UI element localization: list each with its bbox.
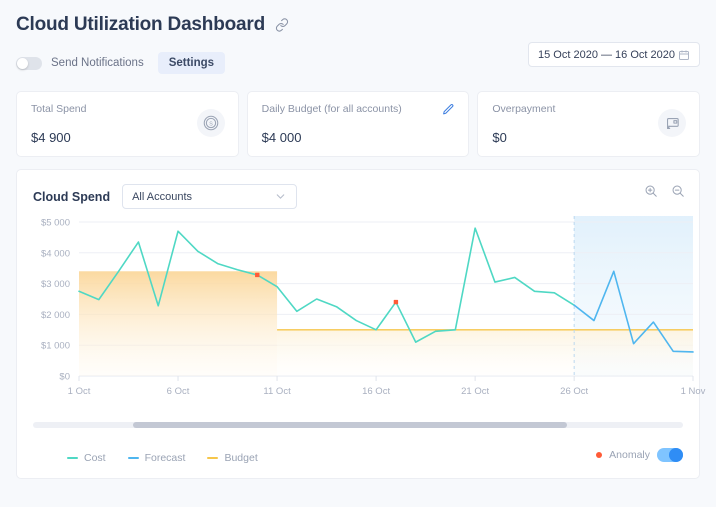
coin-icon: S bbox=[196, 109, 225, 137]
svg-text:$0: $0 bbox=[59, 372, 70, 383]
legend-label: Cost bbox=[84, 452, 106, 464]
date-range-picker[interactable]: 15 Oct 2020 — 16 Oct 2020 bbox=[528, 42, 700, 67]
legend-item-cost[interactable]: Cost bbox=[67, 452, 106, 464]
send-notifications-label: Send Notifications bbox=[51, 57, 144, 69]
legend-label: Forecast bbox=[144, 452, 186, 464]
svg-text:$5 000: $5 000 bbox=[41, 218, 70, 229]
card-overpayment: Overpayment $0 bbox=[477, 91, 701, 157]
billing-icon bbox=[658, 109, 687, 137]
legend-swatch bbox=[67, 456, 78, 460]
link-icon[interactable] bbox=[275, 18, 289, 32]
zoom-out-icon[interactable] bbox=[671, 184, 685, 198]
card-value: $4 900 bbox=[31, 130, 71, 145]
legend-label: Budget bbox=[224, 452, 258, 464]
card-daily-budget: Daily Budget (for all accounts) $4 000 bbox=[246, 91, 470, 157]
settings-button[interactable]: Settings bbox=[157, 52, 226, 74]
svg-text:$1 000: $1 000 bbox=[41, 341, 70, 352]
chart-plot-area: $0 $1 000 $2 000 $3 000 $4 000 $5 000 1 Oct 6 O… bbox=[17, 202, 706, 404]
anomaly-label: Anomaly bbox=[609, 449, 650, 461]
chart-legend: Cost Forecast Budget bbox=[67, 452, 258, 464]
card-value: $0 bbox=[492, 130, 507, 145]
dashboard-page: Cloud Utilization Dashboard Send Notific… bbox=[0, 0, 716, 507]
calendar-icon bbox=[678, 49, 690, 61]
card-value: $4 000 bbox=[261, 130, 302, 145]
page-title: Cloud Utilization Dashboard bbox=[16, 14, 265, 35]
card-label: Daily Budget (for all accounts) bbox=[261, 103, 402, 115]
svg-text:$4 000: $4 000 bbox=[41, 248, 70, 259]
send-notifications-toggle[interactable] bbox=[16, 56, 42, 70]
chart-scrollbar-thumb[interactable] bbox=[133, 422, 567, 428]
svg-text:26 Oct: 26 Oct bbox=[560, 386, 588, 397]
date-range-value: 15 Oct 2020 — 16 Oct 2020 bbox=[538, 48, 675, 61]
cloud-spend-panel: Cloud Spend All Accounts $0 $1 000 $2 00… bbox=[16, 169, 706, 479]
svg-text:S: S bbox=[209, 122, 213, 128]
chart-scrollbar-track[interactable] bbox=[33, 422, 683, 428]
svg-text:6 Oct: 6 Oct bbox=[167, 386, 190, 397]
toggle-knob bbox=[669, 448, 683, 462]
spend-line-chart[interactable]: $0 $1 000 $2 000 $3 000 $4 000 $5 000 1 Oct 6 O… bbox=[17, 202, 707, 404]
zoom-controls bbox=[644, 184, 685, 198]
svg-text:11 Oct: 11 Oct bbox=[263, 386, 291, 397]
legend-swatch bbox=[127, 456, 139, 460]
card-label: Total Spend bbox=[31, 103, 87, 115]
card-label: Overpayment bbox=[492, 103, 556, 115]
zoom-in-icon[interactable] bbox=[644, 184, 658, 198]
header-controls: Send Notifications Settings 15 Oct 2020 … bbox=[12, 36, 704, 78]
svg-text:$2 000: $2 000 bbox=[41, 310, 70, 321]
anomaly-control: Anomaly bbox=[596, 448, 683, 462]
svg-text:$3 000: $3 000 bbox=[41, 279, 70, 290]
account-filter-select[interactable]: All Accounts bbox=[122, 184, 298, 209]
legend-item-budget[interactable]: Budget bbox=[207, 452, 258, 464]
account-filter-value: All Accounts bbox=[132, 190, 192, 203]
toggle-knob bbox=[17, 57, 28, 69]
anomaly-dot-icon bbox=[596, 452, 603, 458]
chevron-down-icon bbox=[274, 190, 287, 203]
kpi-cards: Total Spend $4 900 S Daily Budget (for a… bbox=[12, 91, 704, 157]
legend-item-forecast[interactable]: Forecast bbox=[127, 452, 186, 464]
legend-swatch bbox=[207, 456, 219, 460]
page-header: Cloud Utilization Dashboard bbox=[12, 0, 704, 36]
pencil-icon[interactable] bbox=[442, 103, 455, 116]
svg-text:21 Oct: 21 Oct bbox=[461, 386, 489, 397]
svg-text:16 Oct: 16 Oct bbox=[362, 386, 390, 397]
panel-header: Cloud Spend All Accounts bbox=[17, 170, 699, 209]
panel-title: Cloud Spend bbox=[33, 189, 111, 204]
svg-text:1 Nov: 1 Nov bbox=[681, 386, 706, 397]
svg-text:1 Oct: 1 Oct bbox=[68, 386, 91, 397]
card-total-spend: Total Spend $4 900 S bbox=[16, 91, 239, 157]
anomaly-toggle[interactable] bbox=[657, 448, 683, 462]
